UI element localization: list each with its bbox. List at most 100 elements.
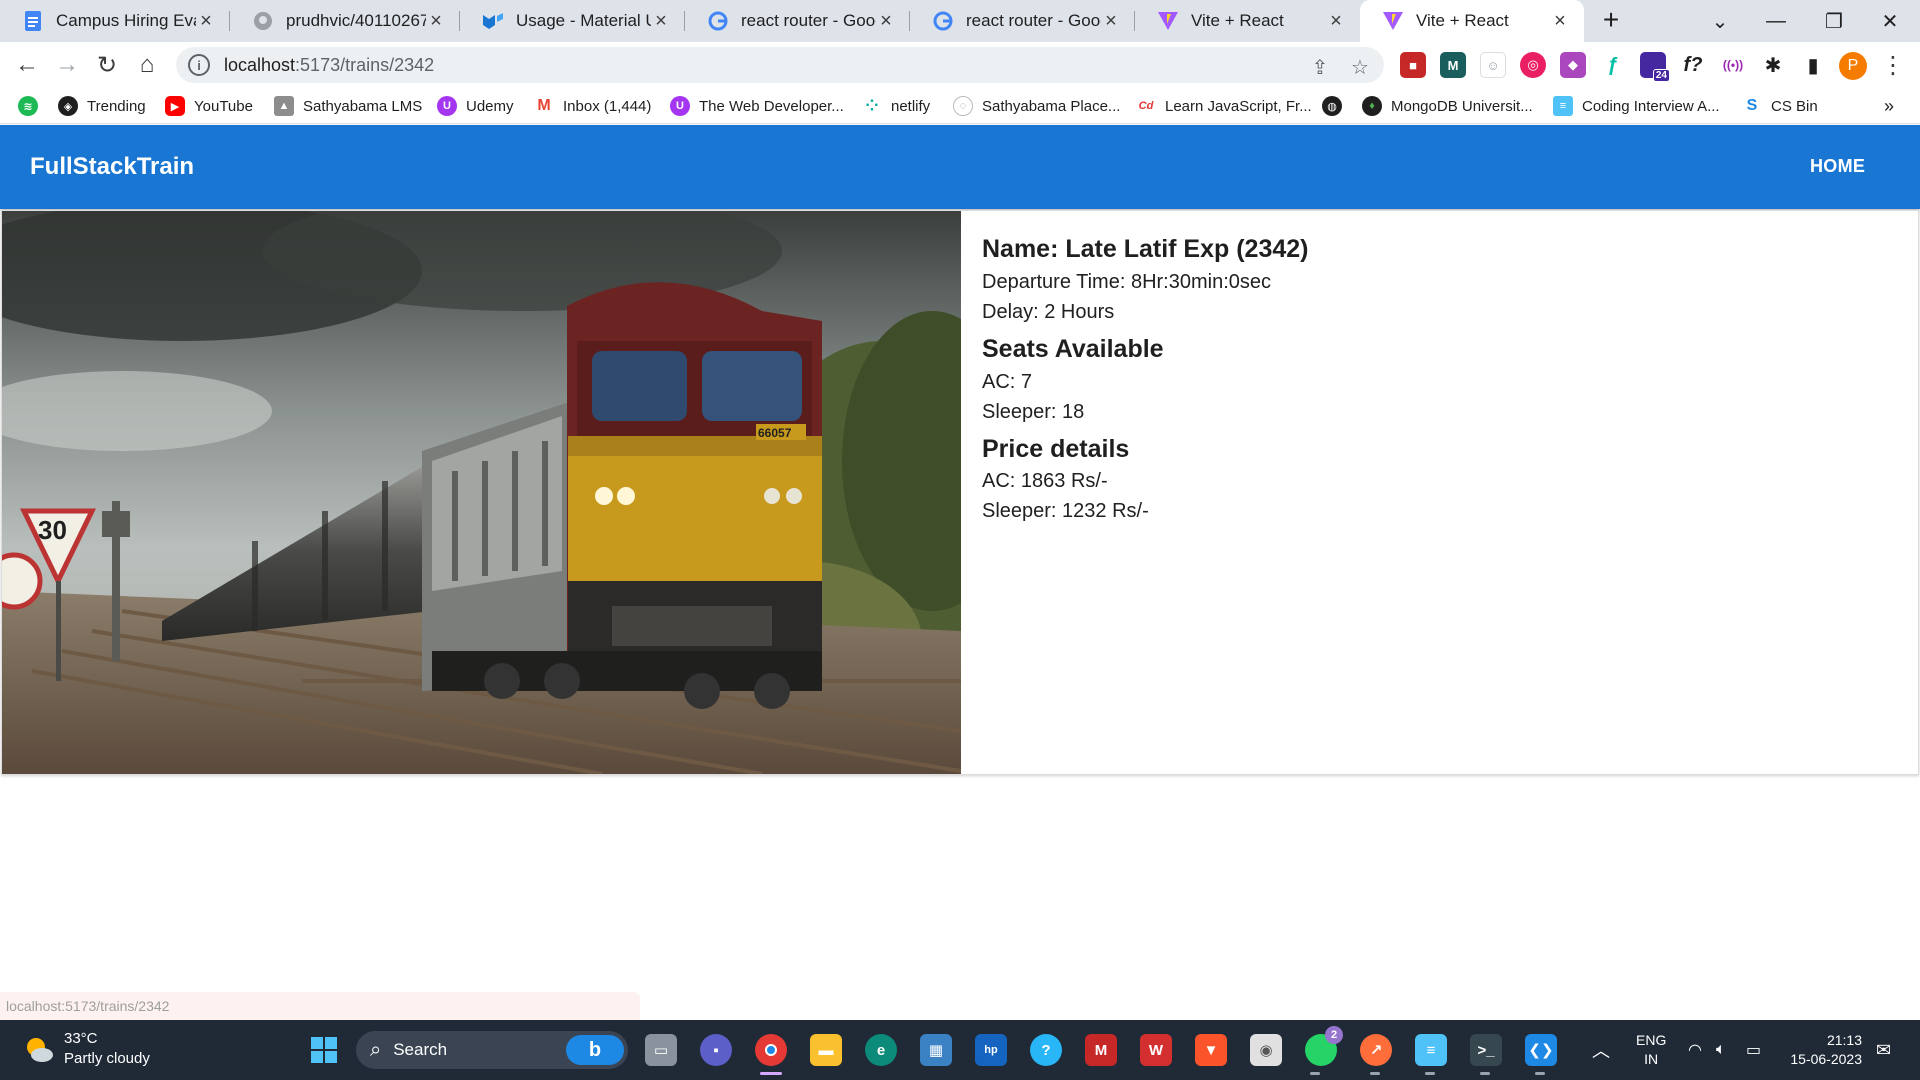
tab-google-react-router-2[interactable]: react router - Google × xyxy=(910,0,1135,42)
back-icon[interactable]: ← xyxy=(10,48,44,82)
tab-github[interactable]: prudhvic/40110267 × xyxy=(230,0,460,42)
bookmark-globe[interactable]: ◍ xyxy=(1322,94,1351,118)
battery-icon[interactable]: ▭ xyxy=(1746,1020,1761,1080)
extension-icon-7[interactable]: 24 xyxy=(1640,52,1670,82)
task-view-icon[interactable]: ▭ xyxy=(645,1034,677,1066)
profile-avatar[interactable]: P xyxy=(1839,52,1867,80)
postman-icon[interactable]: ↗ xyxy=(1360,1034,1392,1066)
brave-icon[interactable]: ▼ xyxy=(1195,1034,1227,1066)
train-detail-card: 66057 30 Name: Late Latif Exp (2342) Dep… xyxy=(1,210,1919,775)
tab-google-react-router-1[interactable]: react router - Google × xyxy=(685,0,910,42)
extension-icon-4[interactable]: ◎ xyxy=(1520,52,1546,78)
close-icon[interactable]: × xyxy=(1326,10,1346,33)
bookmark-coding-interview[interactable]: ≡ Coding Interview A... xyxy=(1553,94,1720,118)
ms-store-icon[interactable]: ▦ xyxy=(920,1034,952,1066)
bookmark-udemy[interactable]: U Udemy xyxy=(437,94,514,118)
chrome-icon[interactable] xyxy=(755,1034,787,1066)
bookmark-cs-bin[interactable]: S CS Bin xyxy=(1742,94,1818,118)
extension-icon-1[interactable]: ■ xyxy=(1400,52,1426,78)
start-windows-icon[interactable] xyxy=(308,1034,340,1066)
close-icon[interactable]: × xyxy=(651,10,671,33)
bookmark-mongodb[interactable]: ♦ MongoDB Universit... xyxy=(1362,94,1533,118)
system-clock[interactable]: 21:13 15-06-2023 xyxy=(1782,1031,1862,1069)
tab-label: Vite + React xyxy=(1416,11,1509,30)
home-nav-button[interactable]: HOME xyxy=(1810,156,1865,177)
minimize-icon[interactable]: — xyxy=(1748,0,1804,42)
forward-icon[interactable]: → xyxy=(50,48,84,82)
whatsapp-badge: 2 xyxy=(1325,1026,1343,1044)
tab-material-ui[interactable]: Usage - Material UI × xyxy=(460,0,685,42)
globe-icon: ◍ xyxy=(1322,96,1342,116)
new-tab-button[interactable]: + xyxy=(1596,6,1626,36)
bookmark-learn-javascript[interactable]: Cd Learn JavaScript, Fr... xyxy=(1136,94,1312,118)
bookmark-sathyabama-lms[interactable]: ▲ Sathyabama LMS xyxy=(274,94,422,118)
weather-condition: Partly cloudy xyxy=(64,1050,150,1067)
address-url[interactable]: localhost:5173/trains/2342 xyxy=(224,55,434,76)
close-icon[interactable]: × xyxy=(1550,10,1570,33)
menu-kebab-icon[interactable]: ⋮ xyxy=(1876,48,1910,82)
get-help-icon[interactable]: ? xyxy=(1030,1034,1062,1066)
site-info-icon[interactable]: i xyxy=(188,54,210,76)
train-details: Name: Late Latif Exp (2342) Departure Ti… xyxy=(982,233,1309,526)
vscode-icon[interactable]: ❮❯ xyxy=(1525,1034,1557,1066)
bookmark-trending[interactable]: ◈ Trending xyxy=(58,94,146,118)
notepad-icon[interactable]: ≡ xyxy=(1415,1034,1447,1066)
wps-office-icon[interactable]: W xyxy=(1140,1034,1172,1066)
google-icon xyxy=(707,10,729,32)
tab-vite-react-active[interactable]: Vite + React × xyxy=(1360,0,1584,42)
close-icon[interactable]: × xyxy=(1101,10,1121,33)
share-icon[interactable]: ⇪ xyxy=(1308,55,1332,79)
taskbar-search[interactable]: ⌕ Search b xyxy=(356,1031,628,1069)
tab-campus-hiring[interactable]: Campus Hiring Evalua × xyxy=(0,0,230,42)
extensions-puzzle-icon[interactable]: ✱ xyxy=(1760,52,1786,78)
extension-icon-9[interactable]: ((•)) xyxy=(1720,52,1746,78)
address-bar[interactable]: i localhost:5173/trains/2342 ⇪ ☆ xyxy=(176,47,1384,83)
reload-icon[interactable]: ↻ xyxy=(90,48,124,82)
youtube-icon: ▶ xyxy=(165,96,185,116)
mcafee-icon[interactable]: M xyxy=(1085,1034,1117,1066)
more-bookmarks-button[interactable]: » xyxy=(1884,94,1894,118)
extension-icon-5[interactable]: ◆ xyxy=(1560,52,1586,78)
bookmark-star-icon[interactable]: ☆ xyxy=(1348,55,1372,79)
tab-label: Usage - Material UI xyxy=(516,11,651,30)
file-explorer-icon[interactable]: ▬ xyxy=(810,1034,842,1066)
bookmark-web-developer[interactable]: U The Web Developer... xyxy=(670,94,844,118)
extension-icon-2[interactable]: M xyxy=(1440,52,1466,78)
bookmark-gmail[interactable]: M Inbox (1,444) xyxy=(534,94,651,118)
bookmark-youtube[interactable]: ▶ YouTube xyxy=(165,94,253,118)
notifications-icon[interactable]: ✉ xyxy=(1876,1020,1891,1080)
extension-icon-6[interactable]: ƒ xyxy=(1600,52,1626,78)
close-icon[interactable]: × xyxy=(196,10,216,33)
tab-label: react router - Google xyxy=(966,11,1101,30)
myhp-icon[interactable]: hp xyxy=(975,1034,1007,1066)
terminal-icon[interactable]: >_ xyxy=(1470,1034,1502,1066)
volume-icon[interactable]: 🔈︎ xyxy=(1716,1020,1726,1080)
edge-icon[interactable]: e xyxy=(865,1034,897,1066)
brand-title[interactable]: FullStackTrain xyxy=(30,153,194,181)
bookmark-sathyabama-place[interactable]: ◌ Sathyabama Place... xyxy=(953,94,1120,118)
photos-app-icon[interactable]: ◉ xyxy=(1250,1034,1282,1066)
weather-widget[interactable]: 33°C Partly cloudy xyxy=(24,1030,224,1070)
extension-icon-8[interactable]: f? xyxy=(1680,52,1706,78)
tab-search-icon[interactable]: ⌄ xyxy=(1692,0,1748,42)
restore-icon[interactable]: ❐ xyxy=(1806,0,1862,42)
language-indicator[interactable]: ENG IN xyxy=(1636,1031,1666,1069)
bookmark-netlify[interactable]: ⁘ netlify xyxy=(862,94,930,118)
bing-icon[interactable]: b xyxy=(566,1035,624,1065)
home-icon[interactable]: ⌂ xyxy=(130,48,164,82)
search-icon: ⌕ xyxy=(370,1038,382,1061)
wifi-icon[interactable]: ◠ xyxy=(1688,1020,1702,1080)
status-url-bubble: localhost:5173/trains/2342 xyxy=(0,992,640,1020)
tab-vite-react-1[interactable]: Vite + React × xyxy=(1135,0,1360,42)
window-close-icon[interactable]: ✕ xyxy=(1862,0,1918,42)
whatsapp-icon[interactable]: 2 xyxy=(1305,1026,1343,1066)
extension-icon-3[interactable]: ☺ xyxy=(1480,52,1506,78)
bookmark-spotify[interactable]: ≋ xyxy=(18,94,47,118)
teams-chat-icon[interactable]: ▪ xyxy=(700,1034,732,1066)
side-panel-icon[interactable]: ▮ xyxy=(1800,52,1826,78)
close-icon[interactable]: × xyxy=(876,10,896,33)
netlify-icon: ⁘ xyxy=(862,96,882,116)
price-heading: Price details xyxy=(982,434,1130,463)
show-hidden-icons-icon[interactable]: ︿ xyxy=(1592,1020,1610,1080)
close-icon[interactable]: × xyxy=(426,10,446,33)
